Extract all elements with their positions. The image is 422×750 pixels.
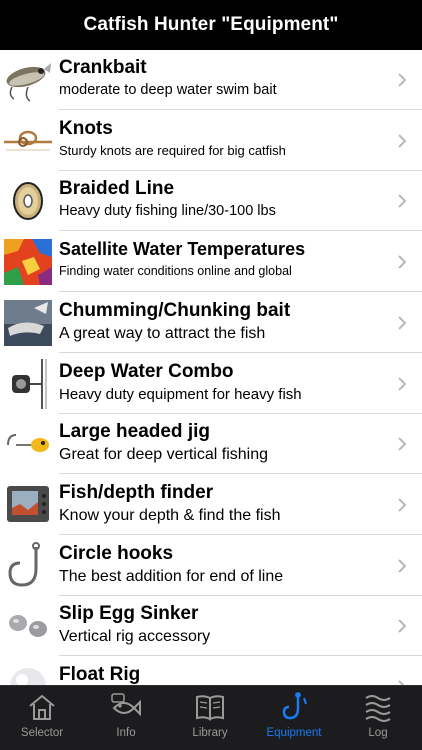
item-subtitle: moderate to deep water swim bait bbox=[59, 82, 277, 98]
jig-thumbnail bbox=[4, 419, 52, 469]
rod-reel-thumbnail bbox=[4, 359, 52, 409]
tab-library[interactable]: Library bbox=[168, 686, 252, 750]
row-divider bbox=[59, 352, 422, 353]
item-title: Crankbait bbox=[59, 57, 147, 78]
book-icon bbox=[196, 695, 224, 721]
tab-label: Log bbox=[368, 727, 388, 739]
chevron-right-icon bbox=[398, 73, 407, 87]
chevron-right-icon bbox=[398, 498, 407, 512]
egg-sinker-thumbnail bbox=[4, 601, 52, 651]
list-item-large-headed-jig[interactable]: Large headed jig Great for deep vertical… bbox=[0, 414, 422, 474]
row-divider bbox=[59, 109, 422, 110]
item-subtitle: Know your depth & find the fish bbox=[59, 507, 281, 524]
row-divider bbox=[59, 655, 422, 656]
item-title: Float Rig bbox=[59, 664, 141, 685]
float-thumbnail bbox=[4, 662, 52, 685]
item-subtitle: Sturdy knots are required for big catfis… bbox=[59, 143, 286, 158]
item-subtitle: Heavy duty fishing line/30-100 lbs bbox=[59, 203, 276, 219]
circle-hook-thumbnail bbox=[4, 541, 52, 591]
item-subtitle: Vertical rig accessory bbox=[59, 628, 211, 645]
item-subtitle: The best addition for end of line bbox=[59, 568, 284, 585]
app-screen: Catfish Hunter "Equipment" Crankbait mod… bbox=[0, 0, 422, 750]
item-subtitle: Heavy duty equipment for heavy fish bbox=[59, 386, 302, 403]
item-title: Deep Water Combo bbox=[59, 361, 234, 382]
line-spool-thumbnail bbox=[4, 176, 52, 226]
knot-thumbnail bbox=[4, 116, 52, 166]
waves-icon bbox=[365, 695, 391, 722]
chevron-right-icon bbox=[398, 619, 407, 633]
fish-info-icon bbox=[111, 693, 141, 717]
row-divider bbox=[59, 534, 422, 535]
item-title: Fish/depth finder bbox=[59, 482, 214, 503]
item-subtitle: A great way to attract the fish bbox=[59, 325, 266, 342]
temperature-map-thumbnail bbox=[4, 237, 52, 287]
tab-label: Info bbox=[116, 727, 136, 739]
home-icon bbox=[29, 694, 55, 720]
list-item-satellite-water-temperatures[interactable]: Satellite Water Temperatures Finding wat… bbox=[0, 232, 422, 292]
item-subtitle: Finding water conditions online and glob… bbox=[59, 264, 292, 278]
tab-log[interactable]: Log bbox=[336, 686, 420, 750]
list-item-braided-line[interactable]: Braided Line Heavy duty fishing line/30-… bbox=[0, 171, 422, 231]
list-item-slip-egg-sinker[interactable]: Slip Egg Sinker Vertical rig accessory bbox=[0, 596, 422, 656]
tab-label: Equipment bbox=[266, 727, 322, 739]
chevron-right-icon bbox=[398, 134, 407, 148]
item-title: Knots bbox=[59, 118, 113, 139]
equipment-list[interactable]: Crankbait moderate to deep water swim ba… bbox=[0, 50, 422, 685]
chevron-right-icon bbox=[398, 559, 407, 573]
list-item-float-rig[interactable]: Float Rig bbox=[0, 657, 422, 685]
chevron-right-icon bbox=[398, 437, 407, 451]
list-item-circle-hooks[interactable]: Circle hooks The best addition for end o… bbox=[0, 536, 422, 596]
tab-equipment[interactable]: Equipment bbox=[252, 686, 336, 750]
row-divider bbox=[59, 473, 422, 474]
tab-info[interactable]: Info bbox=[84, 686, 168, 750]
list-item-crankbait[interactable]: Crankbait moderate to deep water swim ba… bbox=[0, 50, 422, 110]
list-item-fish-depth-finder[interactable]: Fish/depth finder Know your depth & find… bbox=[0, 475, 422, 535]
chevron-right-icon bbox=[398, 255, 407, 269]
list-item-deep-water-combo[interactable]: Deep Water Combo Heavy duty equipment fo… bbox=[0, 354, 422, 414]
tab-label: Selector bbox=[20, 727, 64, 739]
chevron-right-icon bbox=[398, 316, 407, 330]
item-title: Circle hooks bbox=[59, 543, 174, 564]
list-item-chumming-chunking-bait[interactable]: Chumming/Chunking bait A great way to at… bbox=[0, 293, 422, 353]
tab-label: Library bbox=[192, 727, 228, 739]
item-title: Large headed jig bbox=[59, 421, 210, 442]
list-item-knots[interactable]: Knots Sturdy knots are required for big … bbox=[0, 111, 422, 171]
row-divider bbox=[59, 291, 422, 292]
item-title: Braided Line bbox=[59, 178, 175, 199]
tab-selector[interactable]: Selector bbox=[0, 686, 84, 750]
navigation-bar: Catfish Hunter "Equipment" bbox=[0, 0, 422, 50]
depth-finder-thumbnail bbox=[4, 480, 52, 530]
chevron-right-icon bbox=[398, 377, 407, 391]
crankbait-thumbnail bbox=[4, 55, 52, 105]
tab-bar: Selector Info Library Equipment Log bbox=[0, 685, 422, 750]
hook-icon bbox=[282, 692, 307, 720]
item-title: Chumming/Chunking bait bbox=[59, 300, 291, 321]
item-title: Slip Egg Sinker bbox=[59, 603, 199, 624]
row-divider bbox=[59, 230, 422, 231]
chum-bait-thumbnail bbox=[4, 298, 52, 348]
item-title: Satellite Water Temperatures bbox=[59, 239, 306, 259]
item-subtitle: Great for deep vertical fishing bbox=[59, 446, 268, 463]
chevron-right-icon bbox=[398, 194, 407, 208]
page-title: Catfish Hunter "Equipment" bbox=[83, 14, 339, 35]
